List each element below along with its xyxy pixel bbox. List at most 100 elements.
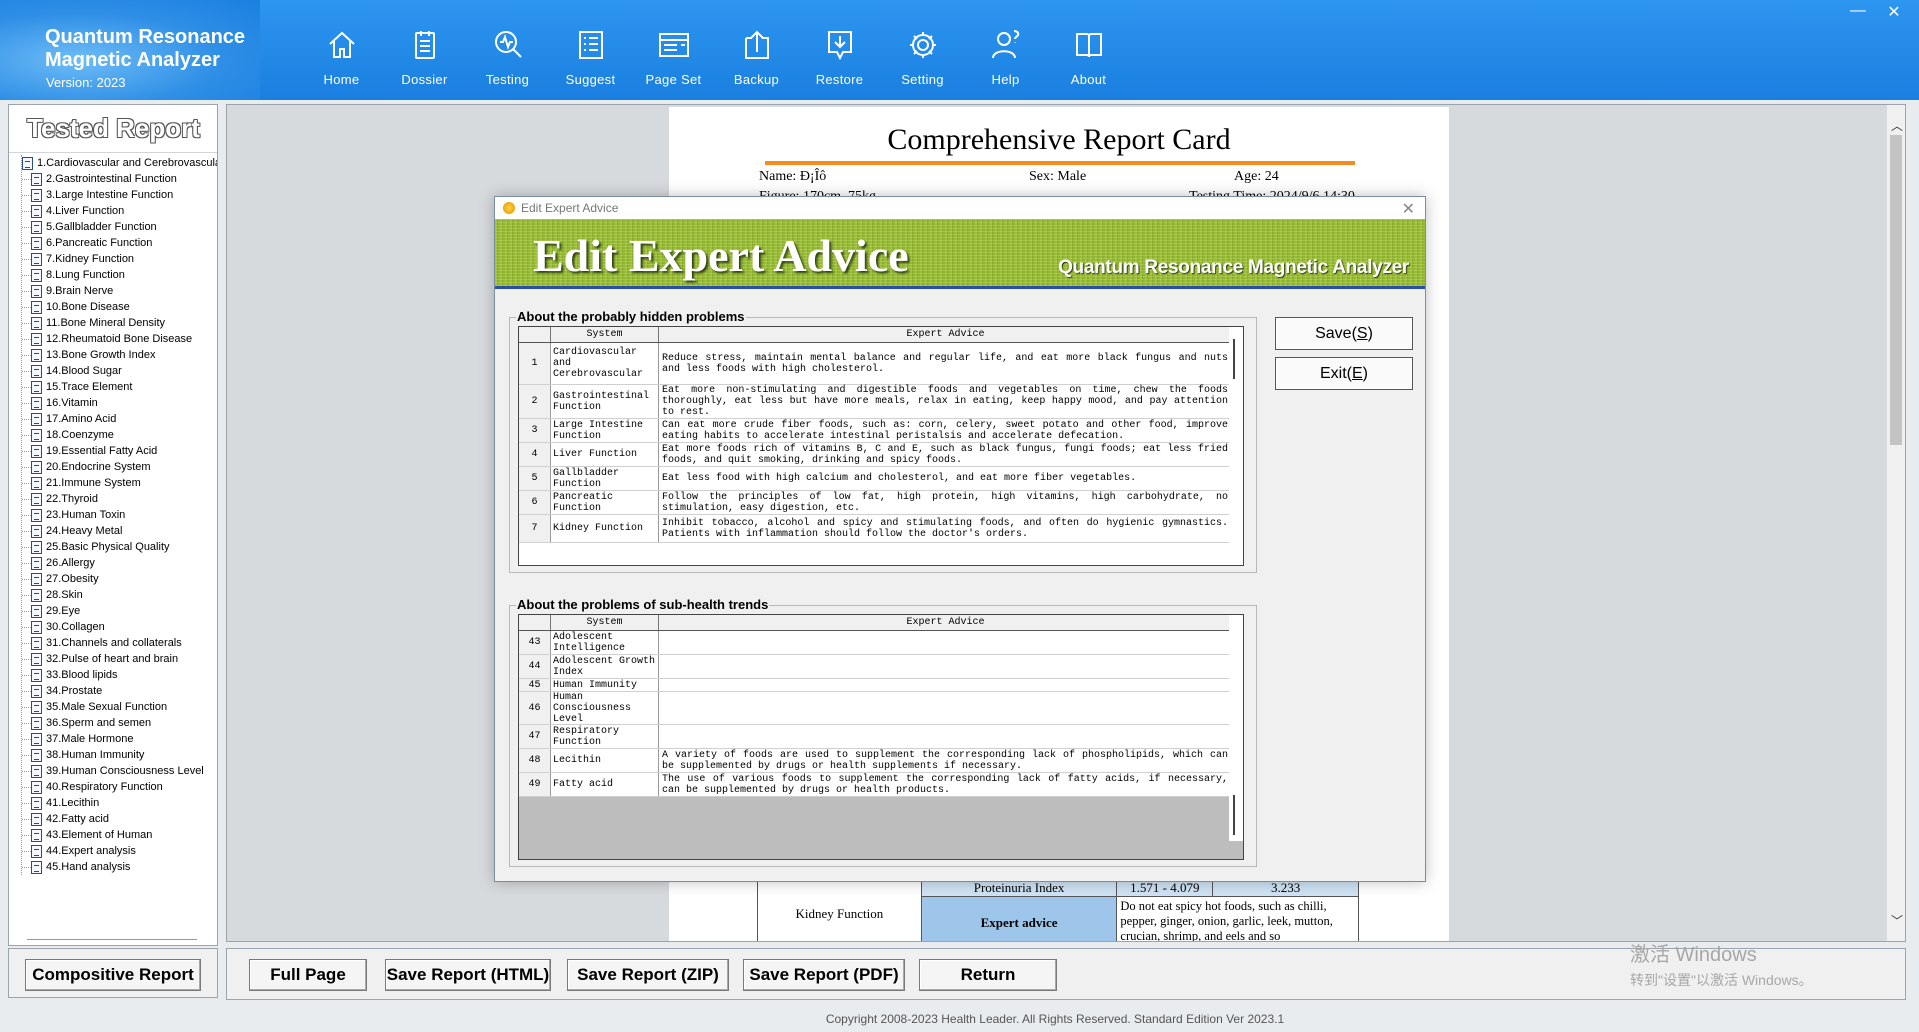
report-tree-item[interactable]: 38.Human Immunity bbox=[22, 747, 217, 763]
report-tree-item[interactable]: 22.Thyroid bbox=[22, 491, 217, 507]
report-tree-item[interactable]: 7.Kidney Function bbox=[22, 251, 217, 267]
save-report-pdf-button[interactable]: Save Report (PDF) bbox=[743, 959, 905, 991]
exit-button[interactable]: Exit(E) bbox=[1275, 357, 1413, 390]
report-tree-item[interactable]: 19.Essential Fatty Acid bbox=[22, 443, 217, 459]
nav-suggest[interactable]: Suggest bbox=[549, 0, 632, 100]
report-tree-item[interactable]: 34.Prostate bbox=[22, 683, 217, 699]
nav-help[interactable]: Help bbox=[964, 0, 1047, 100]
nav-backup[interactable]: Backup bbox=[715, 0, 798, 100]
report-tree-item[interactable]: 37.Male Hormone bbox=[22, 731, 217, 747]
report-tree-item[interactable]: 6.Pancreatic Function bbox=[22, 235, 217, 251]
report-tree-item[interactable]: 24.Heavy Metal bbox=[22, 523, 217, 539]
advice-row[interactable]: 44 Adolescent Growth Index bbox=[519, 655, 1231, 679]
report-tree-item[interactable]: 23.Human Toxin bbox=[22, 507, 217, 523]
report-tree-item[interactable]: 11.Bone Mineral Density bbox=[22, 315, 217, 331]
advice-row[interactable]: 3 Large Intestine Function Can eat more cr… bbox=[519, 419, 1231, 443]
grid2-scroll-thumb[interactable] bbox=[1233, 795, 1235, 835]
report-tree-item[interactable]: 41.Lecithin bbox=[22, 795, 217, 811]
report-tree-item[interactable]: 2.Gastrointestinal Function bbox=[22, 171, 217, 187]
report-tree-item[interactable]: 43.Element of Human bbox=[22, 827, 217, 843]
hidden-problems-grid[interactable]: System Expert Advice 1 Cardiovascular and… bbox=[518, 326, 1244, 566]
return-button[interactable]: Return bbox=[919, 959, 1057, 991]
report-scrollbar[interactable]: ︿ ﹀ bbox=[1887, 105, 1905, 941]
compositive-report-button[interactable]: Compositive Report bbox=[25, 959, 201, 991]
advice-row[interactable]: 49 Fatty acid The use of various foods to … bbox=[519, 773, 1231, 797]
row-advice[interactable] bbox=[659, 655, 1231, 678]
nav-page-set[interactable]: Page Set bbox=[632, 0, 715, 100]
advice-row[interactable]: 7 Kidney Function Inhibit tobacco, alcohol… bbox=[519, 515, 1231, 543]
row-advice[interactable]: Follow the principles of low fat, high p… bbox=[659, 491, 1231, 514]
row-advice[interactable]: Can eat more crude fiber foods, such as:… bbox=[659, 419, 1231, 442]
report-tree-item[interactable]: 1.Cardiovascular and Cerebrovascular bbox=[22, 155, 217, 171]
report-tree-item[interactable]: 30.Collagen bbox=[22, 619, 217, 635]
row-advice[interactable]: Reduce stress, maintain mental balance a… bbox=[659, 343, 1231, 384]
report-tree-item[interactable]: 4.Liver Function bbox=[22, 203, 217, 219]
advice-row[interactable]: 6 Pancreatic Function Follow the principle… bbox=[519, 491, 1231, 515]
row-advice[interactable] bbox=[659, 631, 1231, 654]
report-tree-item[interactable]: 44.Expert analysis bbox=[22, 843, 217, 859]
report-tree-item[interactable]: 14.Blood Sugar bbox=[22, 363, 217, 379]
advice-row[interactable]: 47 Respiratory Function bbox=[519, 725, 1231, 749]
nav-dossier[interactable]: Dossier bbox=[383, 0, 466, 100]
report-tree-item[interactable]: 16.Vitamin bbox=[22, 395, 217, 411]
row-advice[interactable]: Eat more foods rich of vitamins B, C and… bbox=[659, 443, 1231, 466]
row-advice[interactable]: Eat more non-stimulating and digestible … bbox=[659, 385, 1231, 418]
nav-about[interactable]: About bbox=[1047, 0, 1130, 100]
report-tree-item[interactable]: 39.Human Consciousness Level bbox=[22, 763, 217, 779]
nav-setting[interactable]: Setting bbox=[881, 0, 964, 100]
grid2-scrollbar[interactable] bbox=[1229, 615, 1243, 841]
row-advice[interactable] bbox=[659, 679, 1231, 691]
dialog-close-icon[interactable]: ✕ bbox=[1402, 199, 1415, 219]
report-tree-item[interactable]: 36.Sperm and semen bbox=[22, 715, 217, 731]
row-advice[interactable]: The use of various foods to supplement t… bbox=[659, 773, 1231, 796]
grid1-scroll-thumb[interactable] bbox=[1233, 339, 1235, 379]
report-tree-item[interactable]: 25.Basic Physical Quality bbox=[22, 539, 217, 555]
report-tree-item[interactable]: 10.Bone Disease bbox=[22, 299, 217, 315]
row-advice[interactable] bbox=[659, 692, 1231, 724]
report-tree-item[interactable]: 5.Gallbladder Function bbox=[22, 219, 217, 235]
advice-row[interactable]: 2 Gastrointestinal Function Eat more non-s… bbox=[519, 385, 1231, 419]
scroll-down-icon[interactable]: ﹀ bbox=[1891, 912, 1903, 929]
report-tree-item[interactable]: 32.Pulse of heart and brain bbox=[22, 651, 217, 667]
report-tree-item[interactable]: 12.Rheumatoid Bone Disease bbox=[22, 331, 217, 347]
row-advice[interactable]: Inhibit tobacco, alcohol and spicy and s… bbox=[659, 515, 1231, 542]
report-tree-item[interactable]: 8.Lung Function bbox=[22, 267, 217, 283]
report-tree-item[interactable]: 20.Endocrine System bbox=[22, 459, 217, 475]
report-tree-item[interactable]: 15.Trace Element bbox=[22, 379, 217, 395]
report-tree-item[interactable]: 35.Male Sexual Function bbox=[22, 699, 217, 715]
report-tree-item[interactable]: 28.Skin bbox=[22, 587, 217, 603]
row-advice[interactable]: A variety of foods are used to supplemen… bbox=[659, 749, 1231, 772]
report-tree-item[interactable]: 26.Allergy bbox=[22, 555, 217, 571]
report-tree-item[interactable]: 27.Obesity bbox=[22, 571, 217, 587]
nav-home[interactable]: Home bbox=[300, 0, 383, 100]
row-advice[interactable]: Eat less food with high calcium and chol… bbox=[659, 467, 1231, 490]
report-tree-item[interactable]: 18.Coenzyme bbox=[22, 427, 217, 443]
advice-row[interactable]: 1 Cardiovascular and Cerebrovascular Reduc… bbox=[519, 343, 1231, 385]
save-button[interactable]: Save(S) bbox=[1275, 317, 1413, 350]
report-tree-item[interactable]: 3.Large Intestine Function bbox=[22, 187, 217, 203]
sub-health-grid[interactable]: System Expert Advice 43 Adolescent Intell… bbox=[518, 614, 1244, 860]
report-tree-item[interactable]: 9.Brain Nerve bbox=[22, 283, 217, 299]
report-tree-item[interactable]: 33.Blood lipids bbox=[22, 667, 217, 683]
advice-row[interactable]: 45 Human Immunity bbox=[519, 679, 1231, 692]
nav-restore[interactable]: Restore bbox=[798, 0, 881, 100]
save-report-zip-button[interactable]: Save Report (ZIP) bbox=[567, 959, 729, 991]
nav-testing[interactable]: Testing bbox=[466, 0, 549, 100]
save-report-html-button[interactable]: Save Report (HTML) bbox=[385, 959, 551, 991]
report-tree-item[interactable]: 29.Eye bbox=[22, 603, 217, 619]
report-tree-item[interactable]: 45.Hand analysis bbox=[22, 859, 217, 875]
row-advice[interactable] bbox=[659, 725, 1231, 748]
advice-row[interactable]: 48 Lecithin A variety of foods are used to… bbox=[519, 749, 1231, 773]
scroll-up-icon[interactable]: ︿ bbox=[1891, 117, 1903, 134]
report-tree-item[interactable]: 42.Fatty acid bbox=[22, 811, 217, 827]
advice-row[interactable]: 43 Adolescent Intelligence bbox=[519, 631, 1231, 655]
minimize-button[interactable]: — bbox=[1847, 2, 1869, 20]
report-tree-item[interactable]: 21.Immune System bbox=[22, 475, 217, 491]
scroll-thumb[interactable] bbox=[1890, 135, 1902, 445]
advice-row[interactable]: 4 Liver Function Eat more foods rich of vi… bbox=[519, 443, 1231, 467]
report-tree-item[interactable]: 13.Bone Growth Index bbox=[22, 347, 217, 363]
report-tree-item[interactable]: 31.Channels and collaterals bbox=[22, 635, 217, 651]
advice-row[interactable]: 46 Human Consciousness Level bbox=[519, 692, 1231, 725]
report-tree-item[interactable]: 40.Respiratory Function bbox=[22, 779, 217, 795]
full-page-button[interactable]: Full Page bbox=[249, 959, 367, 991]
